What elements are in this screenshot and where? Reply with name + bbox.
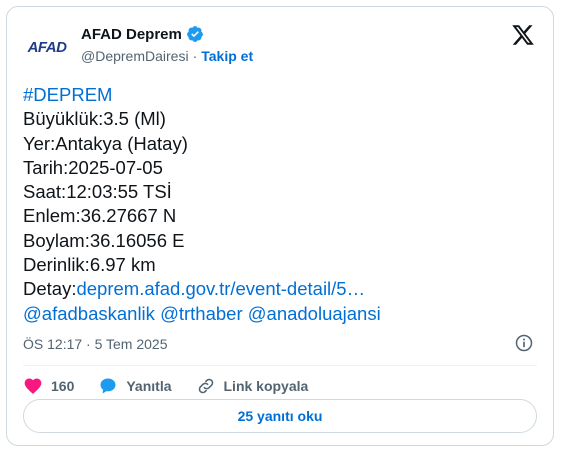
handle-row: @DepremDairesi · Takip et bbox=[81, 48, 253, 64]
detail-label: Detay: bbox=[23, 278, 77, 300]
date-line: Tarih:2025-07-05 bbox=[23, 156, 163, 178]
detail-link[interactable]: deprem.afad.gov.tr/event-detail/5… bbox=[76, 278, 365, 299]
info-icon[interactable] bbox=[514, 333, 534, 353]
mentions-line: @afadbaskanlik @trthaber @anadoluajansi bbox=[23, 302, 537, 326]
tweet-text: #DEPREM Büyüklük:3.5 (Ml) Yer:Antakya (H… bbox=[23, 83, 537, 326]
link-icon bbox=[198, 378, 213, 394]
like-count: 160 bbox=[51, 378, 75, 394]
name-row: AFAD Deprem bbox=[81, 25, 204, 43]
mention-link[interactable]: @anadoluajansi bbox=[248, 303, 381, 324]
afad-logo: AFAD bbox=[27, 38, 67, 56]
follow-button[interactable]: Takip et bbox=[201, 48, 253, 64]
speech-bubble-icon bbox=[100, 378, 116, 394]
latitude-line: Enlem:36.27667 N bbox=[23, 205, 177, 227]
depth-line: Derinlik:6.97 km bbox=[23, 254, 156, 276]
reply-label: Yanıtla bbox=[126, 378, 172, 394]
display-name[interactable]: AFAD Deprem bbox=[81, 26, 182, 43]
divider bbox=[23, 365, 537, 366]
copy-link-label: Link kopyala bbox=[223, 378, 309, 394]
tweet-timestamp[interactable]: ÖS 12:17 · 5 Tem 2025 bbox=[23, 336, 168, 352]
mention-link[interactable]: @afadbaskanlik bbox=[23, 303, 155, 324]
time-line: Saat:12:03:55 TSİ bbox=[23, 181, 172, 203]
action-bar: 160 Yanıtla Link kopyala bbox=[23, 371, 332, 401]
x-logo-icon[interactable] bbox=[511, 23, 535, 47]
detail-line: Detay:deprem.afad.gov.tr/event-detail/5… bbox=[23, 277, 537, 301]
hashtag-link[interactable]: #DEPREM bbox=[23, 83, 537, 107]
tweet-card: AFAD AFAD Deprem @DepremDairesi · Takip … bbox=[6, 6, 554, 446]
tweet-header: AFAD AFAD Deprem @DepremDairesi · Takip … bbox=[23, 23, 537, 71]
avatar[interactable]: AFAD bbox=[23, 23, 71, 71]
read-replies-button[interactable]: 25 yanıtı oku bbox=[23, 399, 537, 433]
magnitude-line: Büyüklük:3.5 (Ml) bbox=[23, 108, 166, 130]
heart-icon bbox=[24, 378, 42, 394]
longitude-line: Boylam:36.16056 E bbox=[23, 229, 185, 251]
verified-badge-icon bbox=[186, 26, 203, 42]
copy-link-button[interactable]: Link kopyala bbox=[196, 376, 309, 396]
reply-button[interactable]: Yanıtla bbox=[98, 376, 172, 396]
separator: · bbox=[192, 48, 198, 64]
like-button[interactable]: 160 bbox=[23, 376, 74, 396]
location-line: Yer:Antakya (Hatay) bbox=[23, 132, 188, 154]
mention-link[interactable]: @trthaber bbox=[160, 303, 243, 324]
handle[interactable]: @DepremDairesi bbox=[81, 48, 189, 64]
